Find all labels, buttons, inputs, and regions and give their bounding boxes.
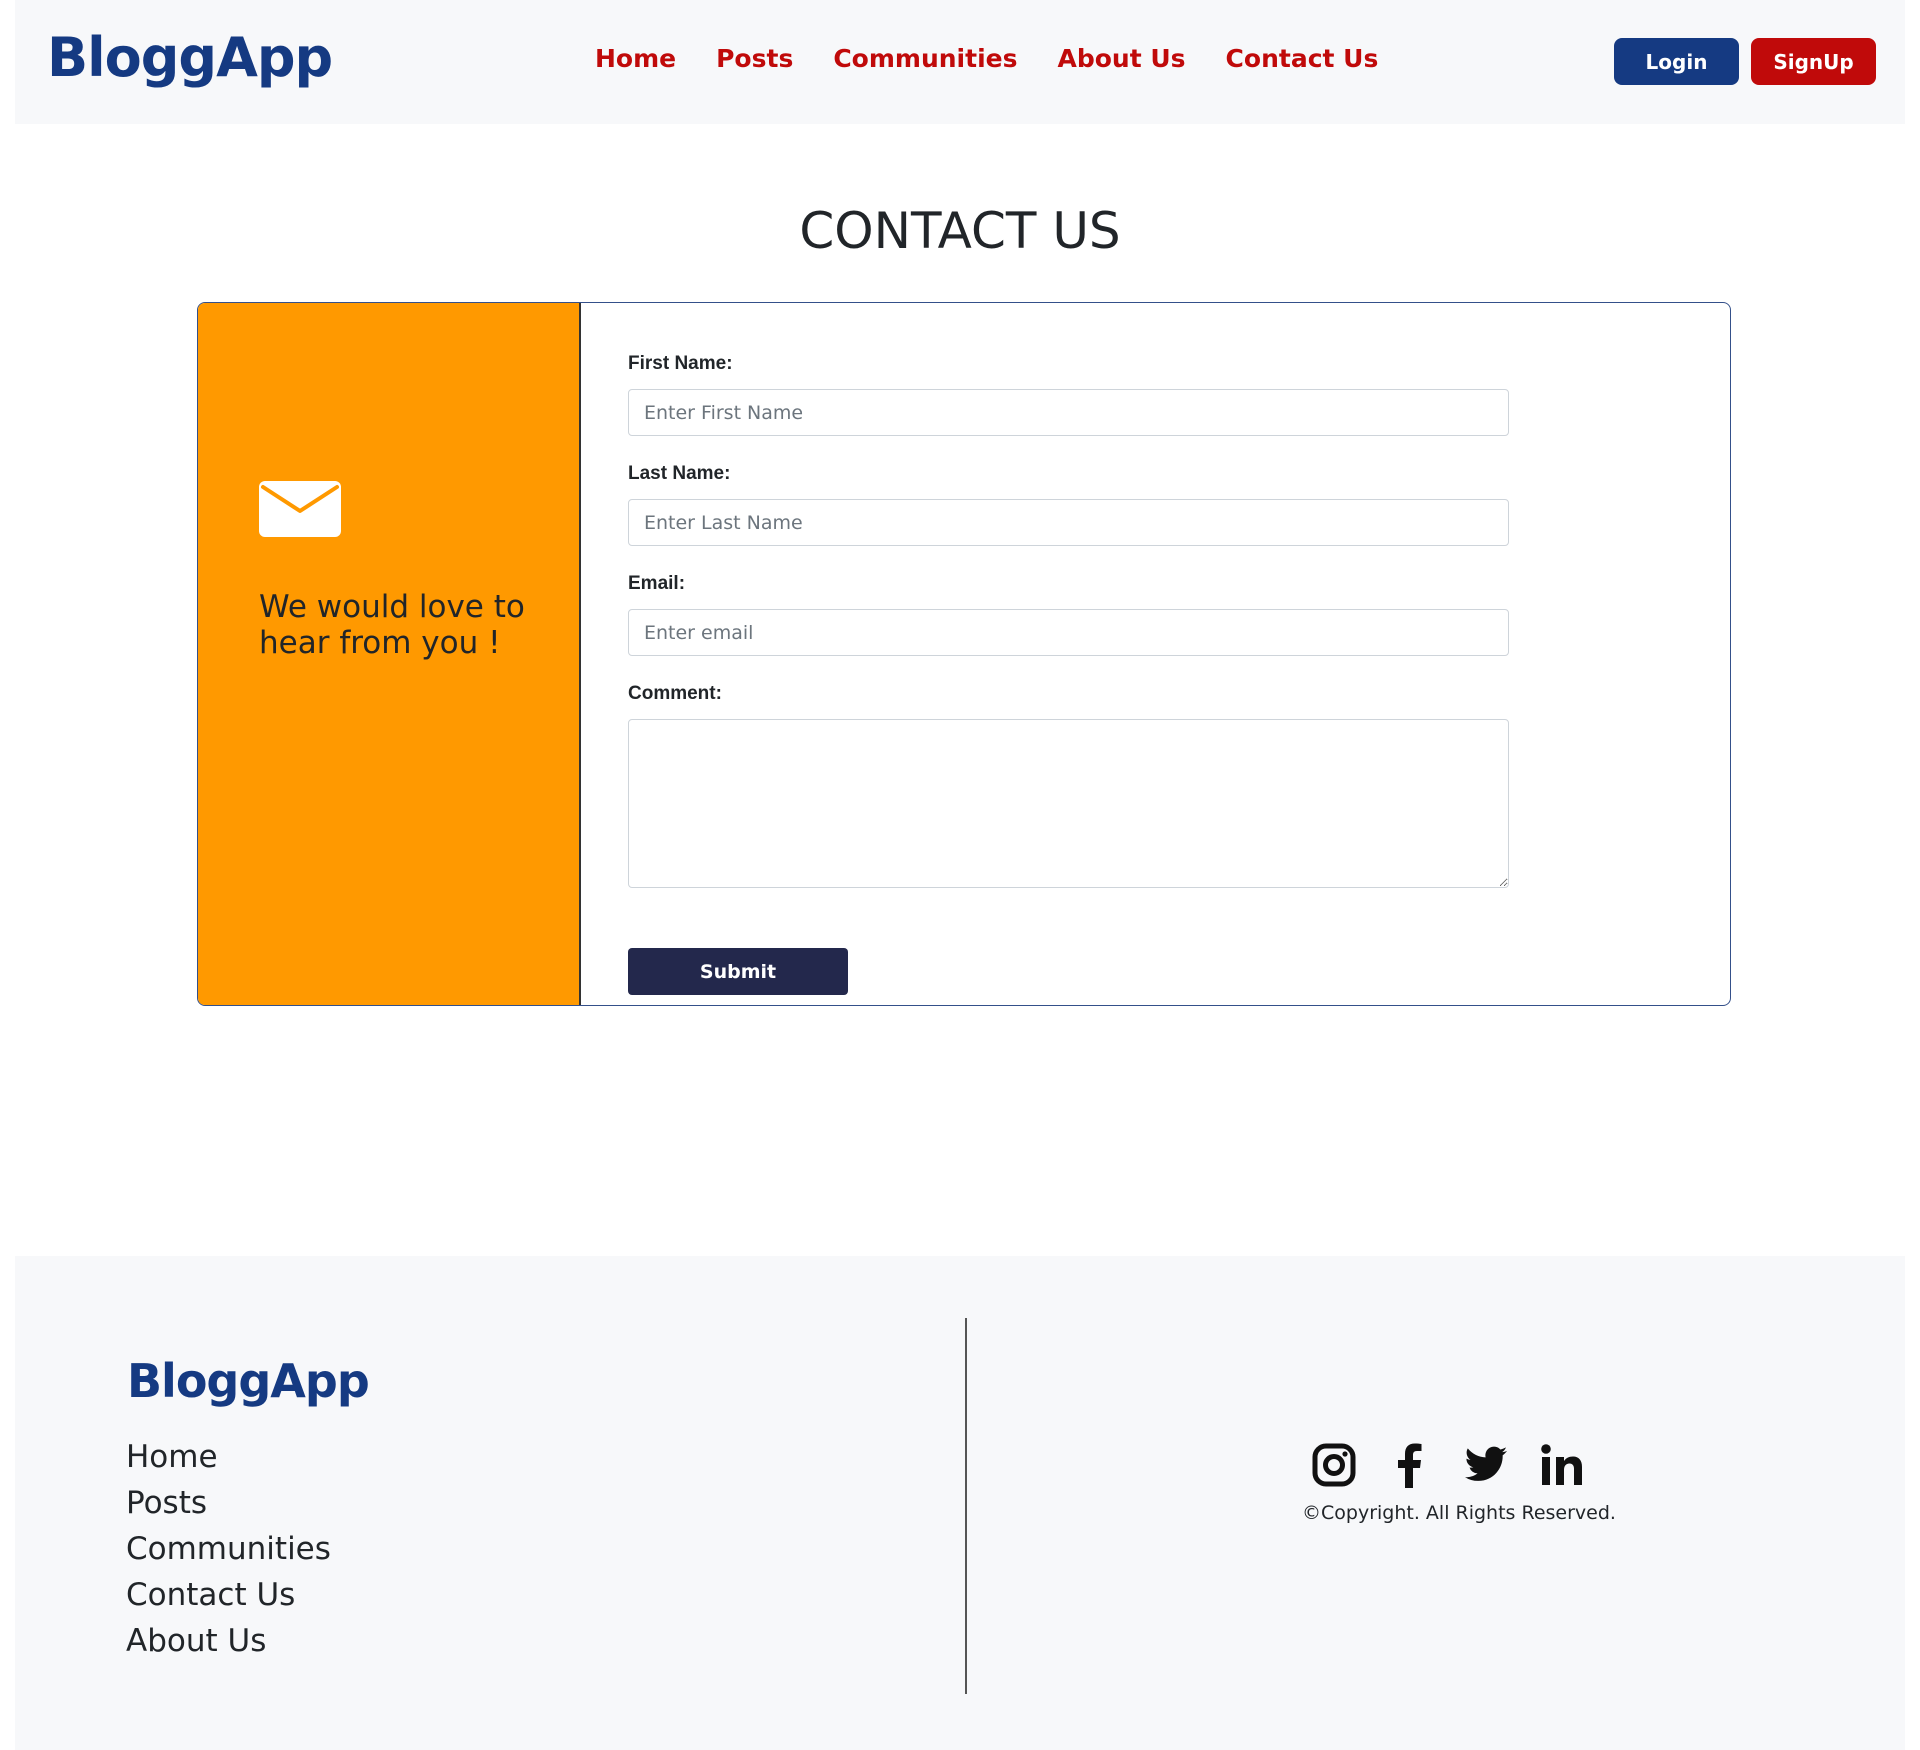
login-button[interactable]: Login — [1614, 38, 1739, 85]
nav-posts[interactable]: Posts — [716, 44, 793, 73]
social-links — [1311, 1442, 1585, 1488]
main-nav: Home Posts Communities About Us Contact … — [595, 44, 1378, 73]
email-field[interactable] — [628, 609, 1509, 656]
footer-link-contact-us[interactable]: Contact Us — [126, 1572, 331, 1618]
email-label: Email: — [628, 573, 686, 594]
footer-link-about-us[interactable]: About Us — [126, 1618, 331, 1664]
footer-links: Home Posts Communities Contact Us About … — [126, 1434, 331, 1664]
footer-link-home[interactable]: Home — [126, 1434, 331, 1480]
nav-home[interactable]: Home — [595, 44, 676, 73]
comment-textarea[interactable] — [628, 719, 1509, 888]
twitter-icon[interactable] — [1463, 1442, 1509, 1488]
first-name-label: First Name: — [628, 353, 733, 374]
instagram-icon[interactable] — [1311, 1442, 1357, 1488]
contact-card-aside: We would love to hear from you ! — [198, 303, 581, 1005]
first-name-field[interactable] — [628, 389, 1509, 436]
footer-link-posts[interactable]: Posts — [126, 1480, 331, 1526]
facebook-icon[interactable] — [1387, 1442, 1433, 1488]
contact-tagline: We would love to hear from you ! — [259, 589, 525, 661]
comment-label: Comment: — [628, 683, 722, 704]
nav-communities[interactable]: Communities — [833, 44, 1017, 73]
page-title: CONTACT US — [799, 202, 1121, 260]
contact-form-panel: First Name: Last Name: Email: Comment: S… — [581, 303, 1730, 1005]
brand-logo[interactable]: BloggApp — [47, 26, 333, 89]
linkedin-icon[interactable] — [1539, 1442, 1585, 1488]
copyright-text: ©Copyright. All Rights Reserved. — [1302, 1502, 1616, 1524]
footer-link-communities[interactable]: Communities — [126, 1526, 331, 1572]
nav-about-us[interactable]: About Us — [1057, 44, 1185, 73]
auth-buttons: Login SignUp — [1614, 38, 1876, 85]
envelope-icon — [259, 481, 341, 542]
last-name-field[interactable] — [628, 499, 1509, 546]
submit-button[interactable]: Submit — [628, 948, 848, 995]
contact-form: First Name: Last Name: Email: Comment: S… — [628, 353, 1509, 995]
signup-button[interactable]: SignUp — [1751, 38, 1876, 85]
site-header: BloggApp Home Posts Communities About Us… — [15, 0, 1905, 124]
footer-brand-logo[interactable]: BloggApp — [127, 1354, 370, 1408]
contact-card: We would love to hear from you ! First N… — [197, 302, 1731, 1006]
nav-contact-us[interactable]: Contact Us — [1226, 44, 1379, 73]
site-footer: BloggApp Home Posts Communities Contact … — [15, 1256, 1905, 1750]
footer-divider — [965, 1318, 967, 1694]
last-name-label: Last Name: — [628, 463, 731, 484]
